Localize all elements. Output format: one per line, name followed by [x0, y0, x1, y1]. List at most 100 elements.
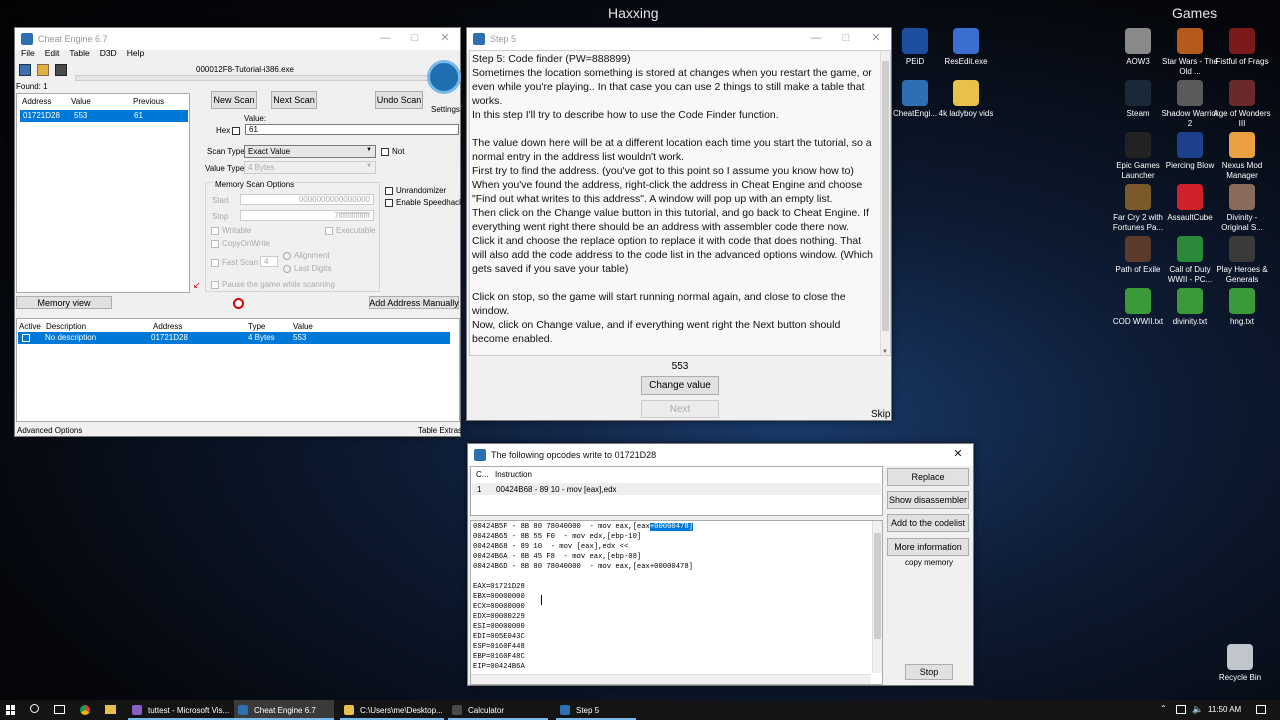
- start-address-input[interactable]: 0000000000000000: [240, 194, 374, 205]
- arrow-icon[interactable]: ↙: [193, 280, 203, 290]
- code-details-panel[interactable]: 00424B5F - 8B 80 78040000 - mov eax,[eax…: [470, 520, 883, 685]
- desktop-icon[interactable]: 4k ladyboy vids: [936, 80, 996, 119]
- list-item[interactable]: 1 00424B68 - 89 10 - mov [eax],edx: [472, 483, 881, 495]
- desktop-icon[interactable]: hng.txt: [1212, 288, 1272, 327]
- stop-address-input[interactable]: 7fffffffffffffff: [240, 210, 374, 221]
- close-icon[interactable]: ✕: [943, 444, 973, 466]
- desktop-icon[interactable]: AOW3: [1108, 28, 1168, 67]
- col-value[interactable]: Value: [71, 97, 91, 106]
- desktop-icon[interactable]: Path of Exile: [1108, 236, 1168, 275]
- last-digits-radio[interactable]: Last Digits: [283, 264, 331, 273]
- more-information-button[interactable]: More information: [887, 538, 969, 556]
- opcodes-list[interactable]: C... Instruction 1 00424B68 - 89 10 - mo…: [470, 466, 883, 516]
- executable-checkbox[interactable]: Executable: [325, 226, 376, 235]
- open-process-icon[interactable]: [19, 64, 31, 76]
- scan-results-list[interactable]: Address Value Previous 01721D28 553 61: [16, 93, 190, 293]
- table-extras-link[interactable]: Table Extras: [418, 426, 462, 435]
- minimize-icon[interactable]: —: [370, 28, 400, 50]
- not-checkbox[interactable]: Not: [381, 147, 404, 156]
- scrollbar-thumb[interactable]: [874, 533, 881, 639]
- col-address[interactable]: Address: [22, 97, 51, 106]
- next-button[interactable]: Next: [641, 400, 719, 418]
- desktop-icon[interactable]: Fistful of Frags: [1212, 28, 1272, 67]
- last-digits-radio-dot[interactable]: [283, 264, 291, 273]
- close-icon[interactable]: ✕: [861, 28, 891, 50]
- open-file-icon[interactable]: [37, 64, 49, 76]
- not-checkbox-box[interactable]: [381, 147, 389, 156]
- network-icon[interactable]: [1176, 705, 1186, 714]
- code-hscrollbar[interactable]: [471, 674, 871, 684]
- chevron-up-icon[interactable]: ⌃: [1160, 704, 1167, 713]
- copyonwrite-checkbox[interactable]: CopyOnWrite: [211, 239, 270, 248]
- tcol-value[interactable]: Value: [293, 322, 313, 331]
- scrollbar-thumb[interactable]: [882, 61, 889, 331]
- writable-box[interactable]: [211, 226, 219, 235]
- new-scan-button[interactable]: New Scan: [211, 91, 257, 109]
- alignment-radio-dot[interactable]: [283, 251, 291, 260]
- fast-scan-checkbox[interactable]: Fast Scan: [211, 258, 258, 267]
- menu-help[interactable]: Help: [127, 48, 144, 58]
- value-type-select[interactable]: 4 Bytes ▼: [244, 161, 376, 174]
- executable-box[interactable]: [325, 226, 333, 235]
- speedhack-checkbox[interactable]: Enable Speedhack: [385, 198, 463, 207]
- clock[interactable]: 11:50 AM: [1208, 705, 1241, 714]
- save-icon[interactable]: [55, 64, 67, 76]
- code-scrollbar[interactable]: [872, 521, 882, 673]
- table-row[interactable]: No description 01721D28 4 Bytes 553: [18, 332, 450, 344]
- undo-scan-button[interactable]: Undo Scan: [375, 91, 423, 109]
- settings-link[interactable]: Settings: [431, 105, 460, 114]
- taskbar-item[interactable]: Cheat Engine 6.7: [234, 700, 334, 720]
- pause-checkbox[interactable]: Pause the game while scanning: [211, 280, 335, 289]
- desktop-icon[interactable]: Shadow Warrior 2: [1160, 80, 1220, 129]
- desktop-icon[interactable]: Call of Duty WWII - PC...: [1160, 236, 1220, 285]
- cheat-engine-logo-icon[interactable]: [427, 60, 461, 94]
- tcol-type[interactable]: Type: [248, 322, 265, 331]
- copyonwrite-box[interactable]: [211, 239, 219, 248]
- menu-d3d[interactable]: D3D: [100, 48, 117, 58]
- desktop-icon[interactable]: Divinity - Original S...: [1212, 184, 1272, 233]
- maximize-icon[interactable]: □: [831, 28, 861, 50]
- desktop-icon[interactable]: Recycle Bin: [1210, 644, 1270, 683]
- step-scrollbar[interactable]: ▼: [880, 51, 890, 355]
- memory-view-button[interactable]: Memory view: [16, 296, 112, 309]
- next-scan-button[interactable]: Next Scan: [271, 91, 317, 109]
- col-count[interactable]: C...: [476, 470, 488, 479]
- tcol-active[interactable]: Active: [19, 322, 41, 331]
- desktop-icon[interactable]: divinity.txt: [1160, 288, 1220, 327]
- add-address-manually-button[interactable]: Add Address Manually: [369, 296, 459, 309]
- address-table[interactable]: Active Description Address Type Value No…: [16, 318, 460, 422]
- alignment-radio[interactable]: Alignment: [283, 251, 330, 260]
- menu-edit[interactable]: Edit: [45, 48, 60, 58]
- desktop-icon[interactable]: Steam: [1108, 80, 1168, 119]
- fast-scan-box[interactable]: [211, 258, 219, 267]
- desktop-icon[interactable]: Far Cry 2 with Fortunes Pa...: [1108, 184, 1168, 233]
- col-previous[interactable]: Previous: [133, 97, 164, 106]
- stop-sign-icon[interactable]: [233, 298, 244, 309]
- close-icon[interactable]: ✕: [430, 28, 460, 50]
- pause-box[interactable]: [211, 280, 219, 289]
- desktop-icon[interactable]: Age of Wonders III: [1212, 80, 1272, 129]
- advanced-options-link[interactable]: Advanced Options: [17, 426, 82, 435]
- desktop-icon[interactable]: ResEdit.exe: [936, 28, 996, 67]
- col-instruction[interactable]: Instruction: [495, 470, 532, 479]
- scan-type-select[interactable]: Exact Value ▼: [244, 145, 376, 158]
- file-explorer-icon[interactable]: [105, 705, 116, 714]
- add-to-codelist-button[interactable]: Add to the codelist: [887, 514, 969, 532]
- menu-file[interactable]: File: [21, 48, 35, 58]
- change-value-button[interactable]: Change value: [641, 376, 719, 395]
- desktop-icon[interactable]: COD WWII.txt: [1108, 288, 1168, 327]
- taskbar-item[interactable]: Calculator: [448, 700, 548, 720]
- unrandomizer-checkbox[interactable]: Unrandomizer: [385, 186, 446, 195]
- tcol-address[interactable]: Address: [153, 322, 182, 331]
- desktop-icon[interactable]: Piercing Blow: [1160, 132, 1220, 171]
- value-input[interactable]: 61: [245, 124, 459, 135]
- desktop-icon[interactable]: AssaultCube: [1160, 184, 1220, 223]
- chevron-down-icon[interactable]: ▼: [882, 349, 888, 355]
- stop-button[interactable]: Stop: [905, 664, 953, 680]
- minimize-icon[interactable]: —: [801, 28, 831, 50]
- notifications-icon[interactable]: [1256, 705, 1266, 714]
- speedhack-box[interactable]: [385, 198, 393, 207]
- desktop-icon[interactable]: Nexus Mod Manager: [1212, 132, 1272, 181]
- search-icon[interactable]: [30, 704, 39, 713]
- show-disassembler-button[interactable]: Show disassembler: [887, 491, 969, 509]
